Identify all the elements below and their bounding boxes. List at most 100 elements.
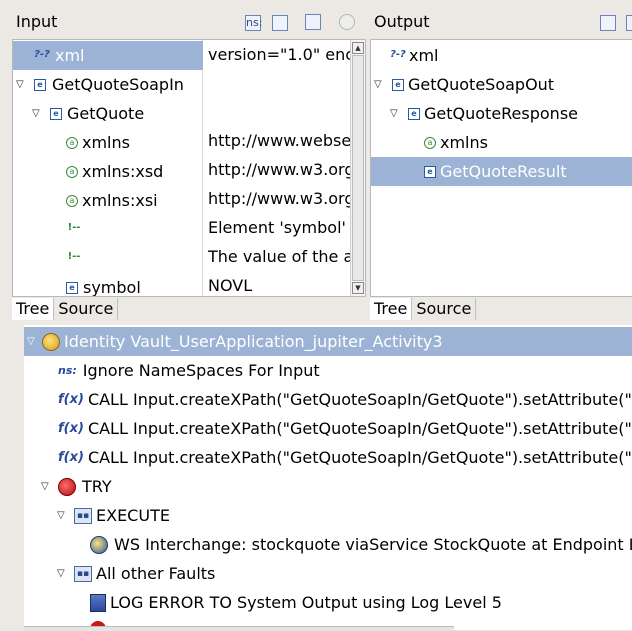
element-icon: e xyxy=(392,78,404,91)
comment-icon: !-- xyxy=(67,221,81,233)
tree-item-execute[interactable]: ▽ ▪▪ EXECUTE xyxy=(24,501,170,530)
pi-icon: ?-? xyxy=(390,48,406,60)
tree-item-try[interactable]: ▽ TRY xyxy=(24,472,112,501)
tree-item-label: LOG ERROR TO System Output using Log Lev… xyxy=(110,593,502,612)
element-icon: e xyxy=(424,165,436,178)
row-name: xmlns xyxy=(440,133,488,152)
output-expand-all-icon[interactable] xyxy=(600,15,616,31)
row-name: xmlns:xsi xyxy=(82,191,158,210)
collapse-twisty-icon[interactable]: ▽ xyxy=(16,79,24,90)
attribute-icon: a xyxy=(424,136,436,149)
collapse-twisty-icon[interactable]: ▽ xyxy=(57,568,65,579)
tab-tree[interactable]: Tree xyxy=(370,298,413,320)
input-vertical-scrollbar[interactable]: ▲ ▼ xyxy=(350,40,365,296)
expand-all-icon[interactable]: ns: xyxy=(245,15,262,31)
row-value: NOVL xyxy=(208,276,253,295)
output-view-tabs: Tree Source xyxy=(370,298,477,320)
tree-item-call[interactable]: f(x) CALL Input.createXPath("GetQuoteSoa… xyxy=(58,414,632,443)
tree-item-ignore-namespaces[interactable]: ns: Ignore NameSpaces For Input xyxy=(58,356,320,385)
collapse-twisty-icon[interactable]: ▽ xyxy=(27,336,35,347)
attribute-icon: a xyxy=(66,136,78,149)
collapse-twisty-icon[interactable]: ▽ xyxy=(390,108,398,119)
comment-icon: !-- xyxy=(67,250,81,262)
row-name: xml xyxy=(55,46,85,65)
tree-item-all-other-faults[interactable]: ▽ ▪▪ All other Faults xyxy=(24,559,215,588)
output-collapse-all-icon[interactable] xyxy=(626,15,632,31)
element-icon: e xyxy=(50,107,62,120)
input-row-comment[interactable]: !-- xyxy=(13,214,82,243)
policy-root-row[interactable]: ▽ Identity Vault_UserApplication_jupiter… xyxy=(24,327,632,356)
row-name: symbol xyxy=(83,278,141,297)
log-icon xyxy=(90,593,106,612)
input-panel-title: Input xyxy=(16,12,58,31)
element-icon: e xyxy=(66,281,78,294)
function-icon: f(x) xyxy=(58,421,84,436)
tree-item-call[interactable]: f(x) CALL Input.createXPath("GetQuoteSoa… xyxy=(58,443,632,472)
tree-item-label: CALL Input.createXPath("GetQuoteSoapIn/G… xyxy=(87,448,632,467)
output-row-getquoteresponse[interactable]: ▽ e GetQuoteResponse xyxy=(371,99,578,128)
tree-item-call[interactable]: f(x) CALL Input.createXPath("GetQuoteSoa… xyxy=(58,385,632,414)
policy-root-label: Identity Vault_UserApplication_jupiter_A… xyxy=(64,332,443,351)
function-icon: f(x) xyxy=(58,450,84,465)
output-tree-table[interactable]: ?-? xml ▽ e GetQuoteSoapOut ▽ e GetQuote… xyxy=(370,39,632,297)
input-tree-table[interactable]: ?-? xml version="1.0" enc ▽ e GetQuoteSo… xyxy=(12,39,366,297)
tree-item-label: CALL Input.createXPath("GetQuoteSoapIn/G… xyxy=(87,390,632,409)
input-row-xmlns[interactable]: a xmlns xyxy=(13,128,130,157)
execute-block-icon: ▪▪ xyxy=(74,507,92,524)
row-name: GetQuoteResponse xyxy=(424,104,578,123)
row-value: The value of the a xyxy=(208,247,354,266)
tree-item-label: TRY xyxy=(82,477,112,496)
tree-item-label: CALL Input.createXPath("GetQuoteSoapIn/G… xyxy=(87,419,632,438)
policy-tree[interactable]: ▽ Identity Vault_UserApplication_jupiter… xyxy=(24,325,632,630)
tree-item-label: EXECUTE xyxy=(96,506,170,525)
row-value: http://www.webse xyxy=(208,131,352,150)
row-value: version="1.0" enc xyxy=(208,45,355,64)
input-row-xmlns-xsi[interactable]: a xmlns:xsi xyxy=(13,186,158,215)
scroll-thumb[interactable] xyxy=(352,55,364,281)
row-name: GetQuote xyxy=(67,104,145,123)
output-panel-title: Output xyxy=(374,12,430,31)
input-row-xml[interactable]: ?-? xml xyxy=(13,41,203,70)
row-name: GetQuoteResult xyxy=(440,162,567,181)
attribute-icon: a xyxy=(66,194,78,207)
row-value: http://www.w3.org xyxy=(208,189,355,208)
collapse-twisty-icon[interactable]: ▽ xyxy=(374,79,382,90)
output-row-xml[interactable]: ?-? xml xyxy=(371,41,438,70)
row-name: GetQuoteSoapOut xyxy=(408,75,555,94)
tree-item-label: All other Faults xyxy=(96,564,216,583)
input-row-comment[interactable]: !-- xyxy=(13,243,82,272)
tab-source[interactable]: Source xyxy=(412,298,477,320)
collapse-twisty-icon[interactable]: ▽ xyxy=(32,108,40,119)
function-icon: f(x) xyxy=(58,392,84,407)
namespace-icon: ns: xyxy=(58,364,77,377)
tree-item-label: WS Interchange: stockquote viaService St… xyxy=(114,535,632,554)
tree-item-label: Ignore NameSpaces For Input xyxy=(82,361,320,380)
collapse-twisty-icon[interactable]: ▽ xyxy=(57,510,65,521)
row-value: Element 'symbol' xyxy=(208,218,346,237)
row-name: GetQuoteSoapIn xyxy=(52,75,184,94)
identity-vault-icon xyxy=(42,332,60,351)
tree-item-log-error[interactable]: LOG ERROR TO System Output using Log Lev… xyxy=(90,588,502,617)
horizontal-scrollbar[interactable] xyxy=(24,626,454,631)
output-row-xmlns[interactable]: a xmlns xyxy=(371,128,488,157)
input-row-xmlns-xsd[interactable]: a xmlns:xsd xyxy=(13,157,163,186)
pi-icon: ?-? xyxy=(34,48,50,60)
help-icon[interactable] xyxy=(339,14,355,30)
ws-interchange-icon xyxy=(90,535,108,554)
scroll-down-icon[interactable]: ▼ xyxy=(352,282,364,294)
input-row-getquote[interactable]: ▽ e GetQuote xyxy=(13,99,144,128)
tab-source[interactable]: Source xyxy=(54,298,119,320)
tree-item-ws-interchange[interactable]: WS Interchange: stockquote viaService St… xyxy=(90,530,632,559)
output-row-getquoteresult[interactable]: e GetQuoteResult xyxy=(371,157,632,186)
schema-icon[interactable] xyxy=(305,14,321,30)
collapse-twisty-icon[interactable]: ▽ xyxy=(41,481,49,492)
output-row-getquotesoapout[interactable]: ▽ e GetQuoteSoapOut xyxy=(371,70,554,99)
fault-block-icon: ▪▪ xyxy=(74,565,92,582)
input-row-symbol[interactable]: e symbol xyxy=(13,273,141,297)
input-view-tabs: Tree Source xyxy=(12,298,119,320)
input-row-getquotesoapin[interactable]: ▽ e GetQuoteSoapIn xyxy=(13,70,184,99)
tab-tree[interactable]: Tree xyxy=(12,298,55,320)
collapse-all-icon[interactable] xyxy=(272,15,288,31)
scroll-up-icon[interactable]: ▲ xyxy=(352,42,364,54)
row-value: http://www.w3.org xyxy=(208,160,355,179)
